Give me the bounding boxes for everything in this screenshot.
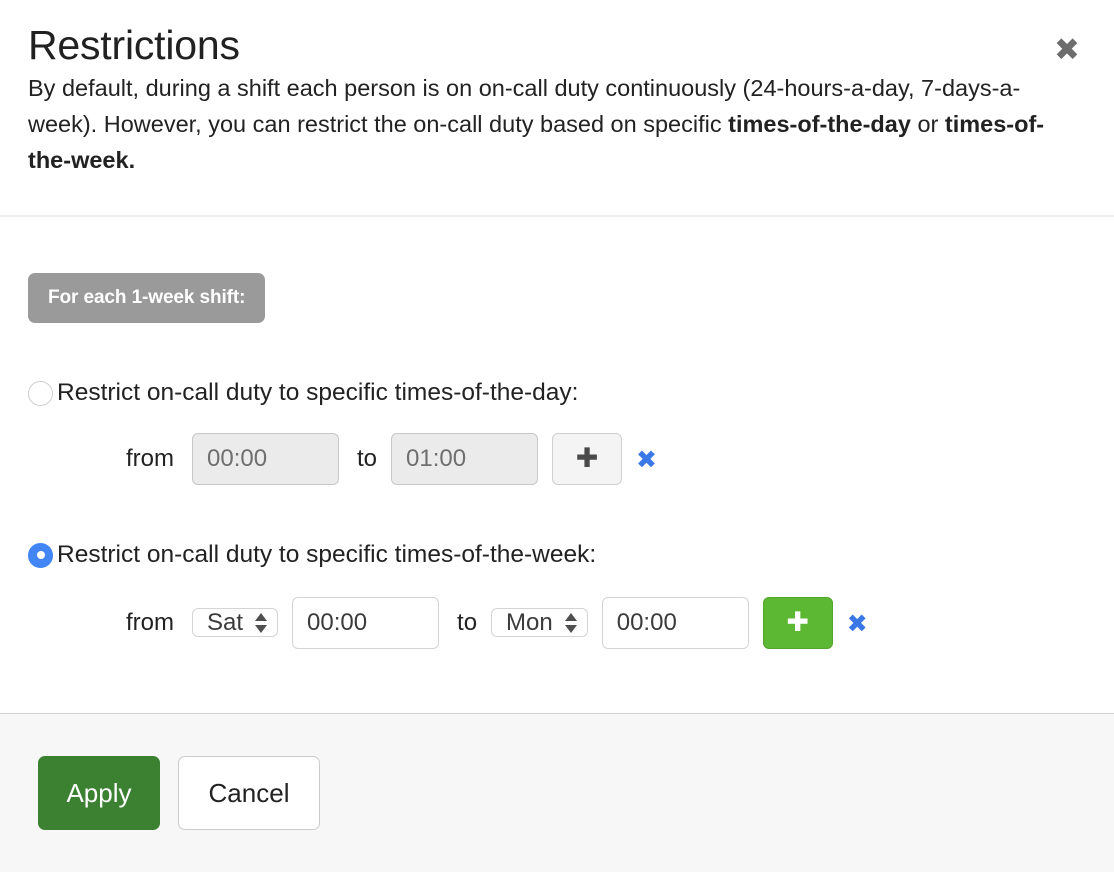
cancel-button[interactable]: Cancel (178, 756, 320, 830)
radio-times-of-the-day[interactable] (28, 380, 53, 406)
to-day-select-wrap[interactable]: Mon (491, 598, 588, 648)
times-of-the-week-group: Restrict on-call duty to specific times-… (28, 541, 1086, 649)
radio-times-of-the-week[interactable] (28, 542, 53, 568)
close-icon[interactable]: ✖ (1050, 33, 1084, 67)
to-label-day: to (357, 445, 378, 472)
from-label-day: from (126, 445, 174, 472)
dialog-description: By default, during a shift each person i… (28, 70, 1078, 178)
from-day-select[interactable]: Sat (192, 608, 279, 637)
from-day-select-wrap[interactable]: Sat (192, 598, 279, 648)
from-time-input-week[interactable] (292, 597, 440, 649)
add-row-button-week[interactable]: ✚ (762, 597, 833, 649)
from-time-input-day[interactable] (192, 433, 339, 485)
from-label-week: from (126, 609, 174, 636)
restrictions-dialog: Restrictions By default, during a shift … (0, 0, 1114, 872)
to-time-input-day[interactable] (391, 433, 539, 485)
day-controls-row: from to ✚ ✖ (126, 433, 1086, 485)
add-row-button-day[interactable]: ✚ (552, 433, 623, 485)
option-row-day[interactable]: Restrict on-call duty to specific times-… (28, 379, 1086, 407)
to-day-select[interactable]: Mon (491, 608, 588, 637)
page-title: Restrictions (28, 22, 240, 68)
description-bold-day: times-of-the-day (728, 111, 911, 137)
to-label-week: to (457, 609, 478, 636)
remove-row-icon-day[interactable]: ✖ (636, 447, 657, 472)
week-controls-row: from Sat to Mon ✚ ✖ (126, 597, 1086, 649)
dialog-footer: Apply Cancel (0, 713, 1114, 872)
description-conjunction: or (910, 111, 945, 137)
shift-badge: For each 1-week shift: (28, 273, 266, 323)
remove-row-icon-week[interactable]: ✖ (847, 611, 868, 636)
option-label-day[interactable]: Restrict on-call duty to specific times-… (57, 379, 579, 407)
dialog-header: Restrictions By default, during a shift … (0, 0, 1114, 217)
option-label-week[interactable]: Restrict on-call duty to specific times-… (57, 541, 596, 569)
option-row-week[interactable]: Restrict on-call duty to specific times-… (28, 541, 1086, 569)
dialog-body: For each 1-week shift: Restrict on-call … (0, 217, 1114, 713)
times-of-the-day-group: Restrict on-call duty to specific times-… (28, 379, 1086, 485)
to-time-input-week[interactable] (601, 597, 749, 649)
apply-button[interactable]: Apply (38, 756, 160, 830)
